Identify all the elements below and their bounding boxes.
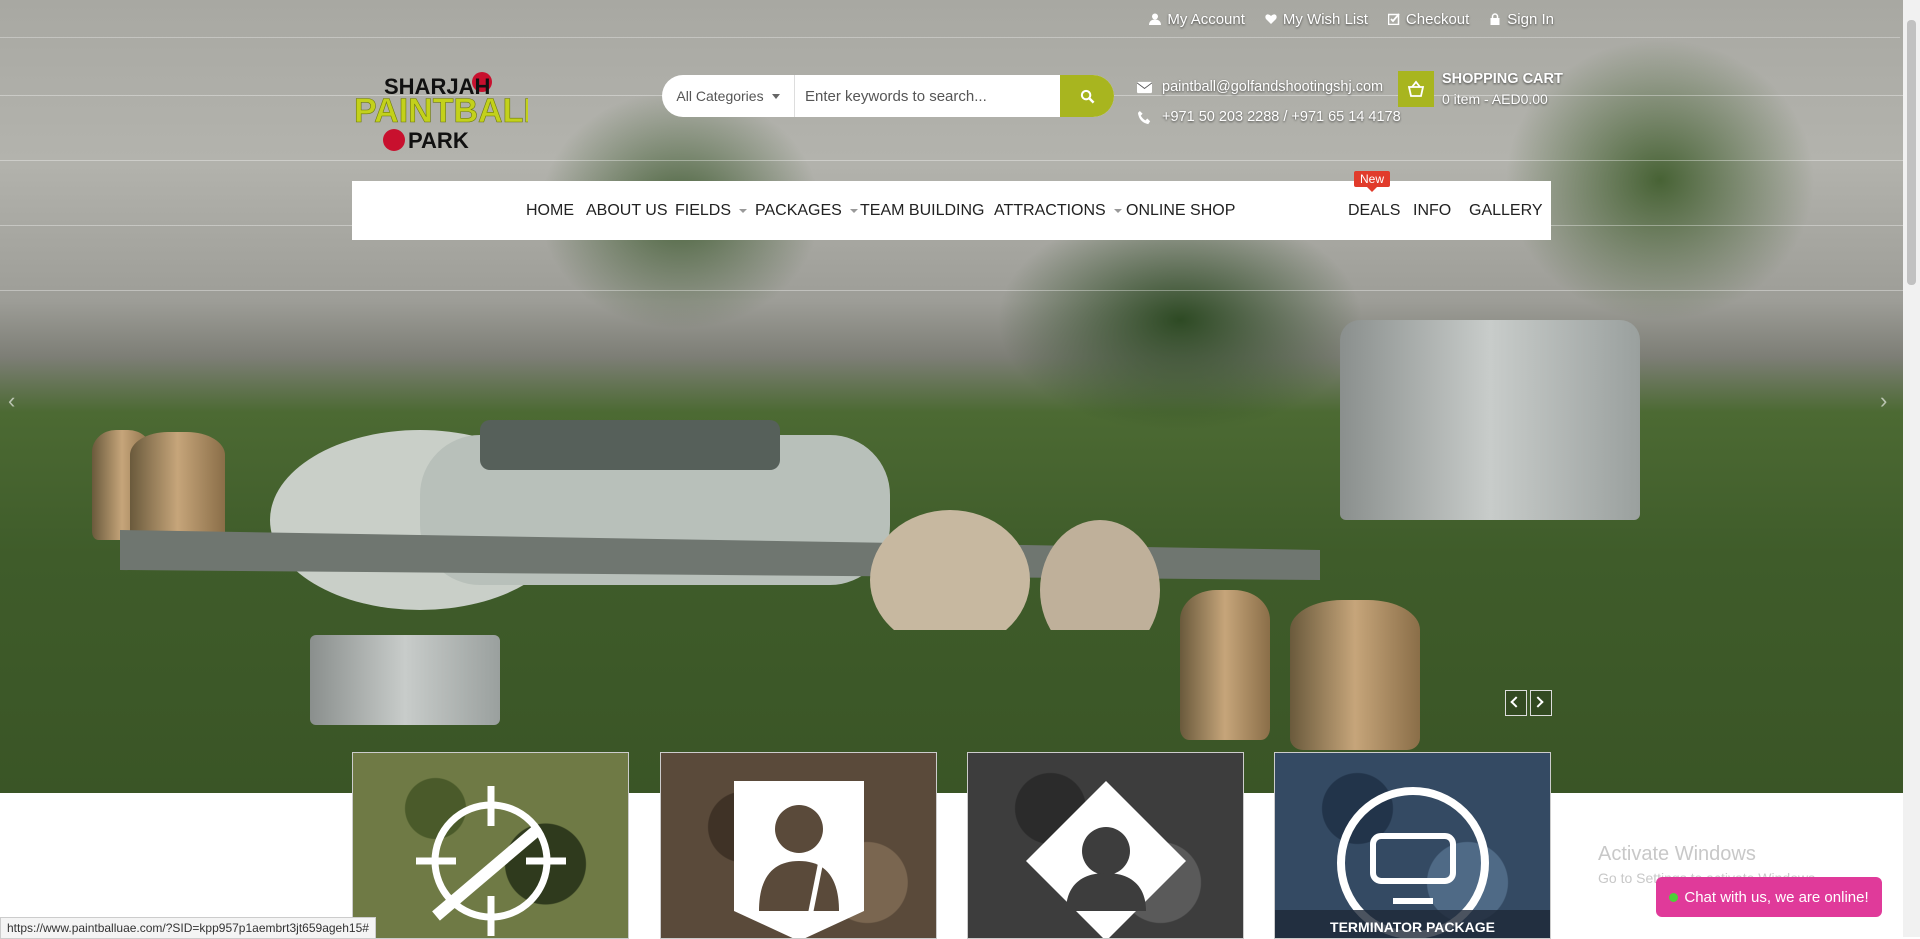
logo-splat-bottom [383, 129, 405, 151]
search-icon [1080, 89, 1094, 103]
search-input[interactable] [795, 75, 1060, 117]
user-icon [1149, 13, 1162, 25]
plane-wreck [120, 420, 1320, 630]
logo-text-paintball: PAINTBALL [354, 92, 528, 130]
online-dot-icon [1669, 892, 1679, 902]
topbar-divider [0, 37, 1900, 38]
hero-slider: ‹ › [0, 0, 1920, 793]
search-bar: All Categories [662, 75, 1114, 117]
category-select[interactable]: All Categories [662, 75, 795, 117]
nav-about-label: ABOUT US [586, 201, 668, 219]
next-slide-arrow-icon[interactable]: › [1880, 388, 1887, 414]
wish-list-link[interactable]: My Wish List [1265, 11, 1368, 28]
nav-gallery-label: GALLERY [1469, 201, 1543, 219]
nav-item-fields[interactable]: FIELDS [675, 181, 748, 240]
category-select-value: All Categories [676, 88, 764, 104]
nav-packages-label: PACKAGES [755, 201, 842, 219]
contact-email[interactable]: paintball@golfandshootingshj.com [1162, 79, 1383, 95]
scrollbar-thumb[interactable] [1907, 20, 1916, 285]
nav-online-shop-label: ONLINE SHOP [1126, 201, 1236, 219]
checkout-link[interactable]: Checkout [1387, 10, 1470, 28]
my-account-link[interactable]: My Account [1149, 11, 1245, 28]
package-tile[interactable] [660, 752, 937, 939]
chevron-down-icon [849, 208, 858, 213]
basket-icon [1407, 80, 1425, 97]
phone-row: +971 50 203 2288 / +971 65 14 4178 [1137, 102, 1401, 132]
new-badge: New [1354, 171, 1391, 192]
nav-team-building-label: TEAM BUILDING [860, 201, 985, 219]
top-links: My Account My Wish List Checkout Sign In [1149, 0, 1554, 38]
concrete-pipe [310, 635, 500, 725]
chevron-down-icon [771, 93, 780, 99]
heart-icon [1265, 14, 1277, 24]
package-tile[interactable] [967, 752, 1244, 939]
metal-wall [1340, 320, 1640, 520]
sign-in-link[interactable]: Sign In [1489, 11, 1554, 28]
nav-info-label: INFO [1413, 201, 1452, 219]
contact-info: paintball@golfandshootingshj.com +971 50… [1137, 72, 1401, 132]
logo-text-park: PARK [408, 128, 469, 153]
email-row: paintball@golfandshootingshj.com [1137, 72, 1401, 102]
nav-item-online-shop[interactable]: ONLINE SHOP [1126, 181, 1235, 240]
nav-home-label: HOME [526, 201, 574, 219]
sniper-icon [415, 786, 566, 936]
nav-item-home[interactable]: HOME [526, 181, 574, 240]
checkout-icon [1387, 13, 1400, 25]
search-button[interactable] [1060, 75, 1114, 117]
envelope-icon [1137, 81, 1152, 93]
chat-button[interactable]: Chat with us, we are online! [1656, 877, 1882, 917]
soldier-icon [733, 781, 864, 938]
wish-list-label: My Wish List [1282, 10, 1368, 28]
commando-icon [1025, 781, 1186, 938]
nav-item-info[interactable]: INFO [1413, 181, 1451, 240]
checkout-label: Checkout [1405, 10, 1470, 28]
nav-item-about-us[interactable]: ABOUT US [586, 181, 668, 240]
activate-title: Activate Windows [1598, 843, 1756, 865]
my-account-label: My Account [1167, 10, 1245, 28]
nav-fields-label: FIELDS [675, 201, 732, 219]
slider-next-button[interactable] [1530, 690, 1552, 716]
status-bar-url: https://www.paintballuae.com/?SID=kpp957… [0, 917, 376, 939]
tile-caption: TERMINATOR PACKAGE [1275, 910, 1550, 938]
nav-item-team-building[interactable]: TEAM BUILDING [860, 181, 984, 240]
cart-text: SHOPPING CART 0 item - AED0.00 [1442, 71, 1563, 111]
prev-slide-arrow-icon[interactable]: ‹ [8, 388, 15, 414]
cart-summary: 0 item - AED0.00 [1442, 91, 1548, 107]
package-tile[interactable] [352, 752, 629, 939]
nav-item-packages[interactable]: PACKAGES [755, 181, 858, 240]
phone-icon [1137, 110, 1151, 124]
package-tile[interactable]: TERMINATOR PACKAGE [1274, 752, 1551, 939]
nav-item-gallery[interactable]: GALLERY [1469, 181, 1543, 240]
chat-label: Chat with us, we are online! [1684, 888, 1869, 906]
wall-line [0, 160, 1920, 161]
chevron-down-icon [739, 208, 748, 213]
scrollbar[interactable] [1903, 0, 1920, 937]
cart-icon-box [1398, 71, 1434, 107]
contact-phone: +971 50 203 2288 / +971 65 14 4178 [1162, 109, 1401, 125]
cart-title: SHOPPING CART [1442, 71, 1563, 87]
wall-line [0, 290, 1920, 291]
shopping-cart[interactable]: SHOPPING CART 0 item - AED0.00 [1398, 71, 1563, 111]
lock-icon [1490, 13, 1500, 25]
site-logo[interactable]: SHARJAH PAINTBALL PARK [352, 70, 528, 154]
nav-attractions-label: ATTRACTIONS [994, 201, 1106, 219]
nav-deals-label: DEALS [1348, 201, 1401, 219]
nav-item-attractions[interactable]: ATTRACTIONS [994, 181, 1122, 240]
slider-prev-button[interactable] [1505, 690, 1527, 716]
chevron-down-icon [1113, 208, 1122, 213]
sign-in-label: Sign In [1507, 10, 1554, 28]
